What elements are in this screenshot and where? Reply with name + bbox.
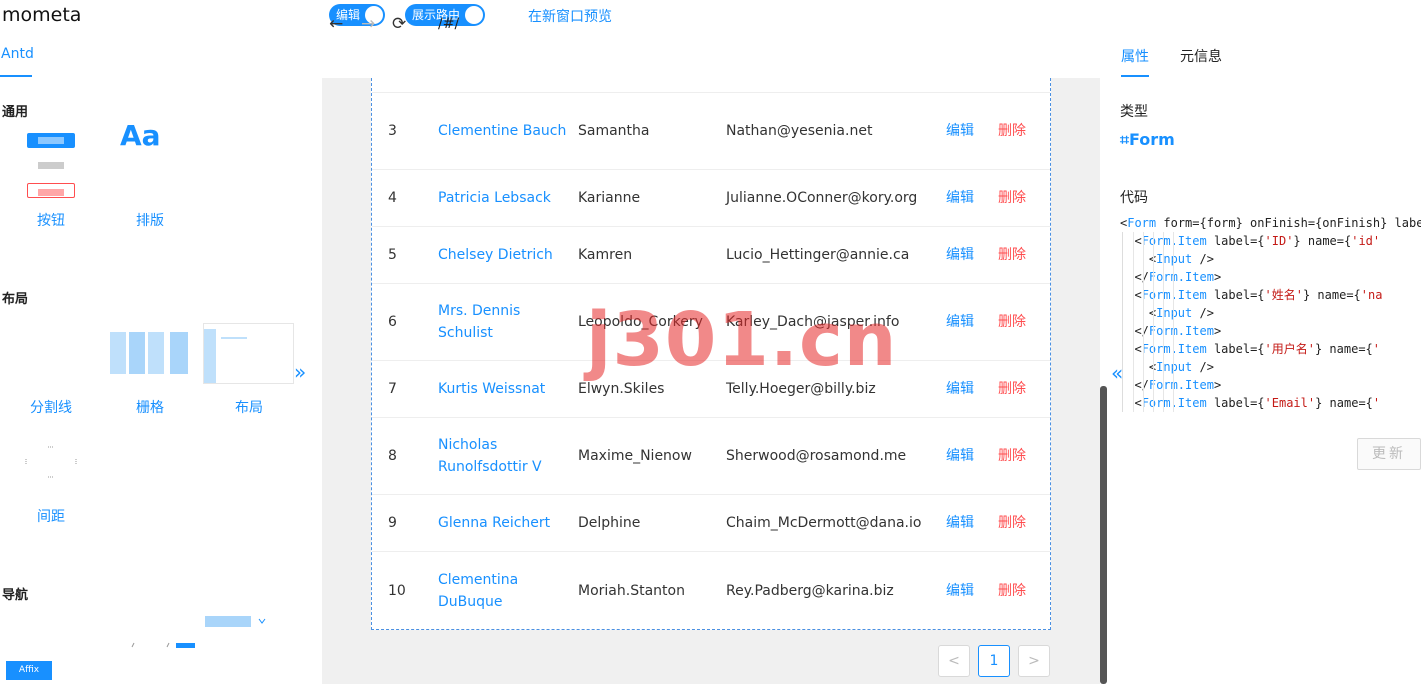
divider-component-label: 分割线 [30,400,72,416]
row-edit-link[interactable]: 编辑 [946,120,974,142]
canvas-scrollbar[interactable] [1100,386,1107,684]
page-1-button[interactable]: 1 [978,645,1010,677]
row-username: Kamren [578,247,633,263]
row-email: Sherwood@rosamond.me [726,448,907,464]
space-component-label: 间距 [37,509,65,525]
row-edit-link[interactable]: 编辑 [946,187,974,209]
expand-right-panel-icon[interactable]: « [1111,361,1123,385]
row-email: Julianne.OConner@kory.org [726,190,918,206]
navigation-thumb [131,616,266,648]
browser-nav-bar [312,30,1102,78]
row-edit-link[interactable]: 编辑 [946,378,974,400]
row-name: Kurtis Weissnat [438,381,546,397]
row-id: 8 [388,448,397,464]
typography-thumb: Aa [120,119,161,152]
row-id: 4 [388,190,397,206]
app-logo: mometa [2,4,82,26]
table-row: 4 Patricia Lebsack Karianne Julianne.OConne… [372,170,1050,227]
toggle-knob [465,6,483,24]
section-general: 通用 [2,105,29,120]
section-navigation: 导航 [2,588,29,603]
expand-left-panel-icon[interactable]: » [294,360,306,384]
layout-thumb [203,323,294,384]
section-layout: 布局 [2,292,29,307]
row-edit-link[interactable]: 编辑 [946,311,974,333]
button-thumb-text [27,158,75,173]
tab-antd[interactable]: Antd [1,46,34,62]
button-thumb-danger [27,183,75,198]
row-name: Clementina DuBuque [438,571,519,610]
affix-thumb[interactable]: Affix [6,661,52,680]
row-username: Moriah.Stanton [578,582,685,599]
component-panel: Antd 通用 按钮 Aa 排版 布局 栅格 布局 分割线 间距 导航 Affi… [0,30,312,684]
row-delete-link[interactable]: 删除 [998,580,1026,602]
row-id: 9 [388,515,397,531]
row-edit-link[interactable]: 编辑 [946,445,974,467]
row-name: Nicholas Runolfsdottir V [438,437,542,475]
grid-thumb [110,332,188,374]
table-row: 10 Clementina DuBuque Moriah.Stanton Rey.Pa… [372,552,1050,629]
row-username: Karianne [578,190,641,206]
table-row: 3 Clementine Bauch Samantha Nathan@yesenia.… [372,93,1050,170]
row-delete-link[interactable]: 删除 [998,120,1026,142]
route-path: /#/ [438,16,460,32]
row-edit-link[interactable]: 编辑 [946,244,974,266]
type-value: ⌗Form [1120,130,1175,149]
row-delete-link[interactable]: 删除 [998,445,1026,467]
tab-indicator [0,75,32,77]
row-email: Lucio_Hettinger@annie.ca [726,247,910,263]
row-delete-link[interactable]: 删除 [998,244,1026,266]
row-name: Glenna Reichert [438,515,551,531]
row-edit-link[interactable]: 编辑 [946,580,974,602]
tab-properties[interactable]: 属性 [1121,46,1149,66]
row-id: 3 [388,123,397,139]
row-delete-link[interactable]: 删除 [998,512,1026,534]
row-email: Rey.Padberg@karina.biz [726,582,894,599]
typography-component-label: 排版 [136,213,164,229]
space-thumb [25,446,77,478]
layout-component-label: 布局 [235,400,263,416]
row-name: Chelsey Dietrich [438,247,553,263]
refresh-icon[interactable]: ⟳ [392,14,406,34]
type-label: 类型 [1120,104,1148,120]
table-row: 9 Glenna Reichert Delphine Chaim_McDermott@… [372,495,1050,552]
update-button[interactable]: 更新 [1357,438,1421,470]
row-delete-link[interactable]: 删除 [998,311,1026,333]
row-id: 7 [388,381,397,397]
watermark: j301.cn [586,297,898,383]
grid-component-label: 栅格 [136,400,164,416]
row-id: 5 [388,247,397,263]
table-row: 5 Chelsey Dietrich Kamren Lucio_Hettinger@a… [372,227,1050,284]
app-root: mometa 编辑 展示路由 在新窗口预览 Antd 通用 按钮 Aa 排版 布… [0,0,1421,684]
row-email: Nathan@yesenia.net [726,123,873,139]
row-id: 10 [388,582,406,599]
back-icon[interactable]: ← [329,14,343,34]
row-delete-link[interactable]: 删除 [998,187,1026,209]
tab-meta[interactable]: 元信息 [1180,46,1222,66]
preview-in-new-window-link[interactable]: 在新窗口预览 [528,6,612,26]
row-username: Samantha [578,123,650,139]
tab-indicator [1121,75,1149,77]
row-edit-link[interactable]: 编辑 [946,512,974,534]
row-username: Maxime_Nienow [578,448,692,464]
next-page-button[interactable]: > [1018,645,1050,677]
table-row [372,78,1050,93]
forward-icon[interactable]: → [361,14,375,34]
row-delete-link[interactable]: 删除 [998,378,1026,400]
code-label: 代码 [1120,190,1148,206]
button-thumb-primary [27,133,75,148]
row-email: Chaim_McDermott@dana.io [726,515,922,531]
row-name: Mrs. Dennis Schulist [438,303,521,341]
table-row: 8 Nicholas Runolfsdottir V Maxime_Nienow Sh… [372,418,1050,495]
row-username: Delphine [578,515,641,531]
indent-guides [1122,232,1174,412]
button-component-label: 按钮 [37,213,65,229]
row-name: Patricia Lebsack [438,190,551,206]
code-line: <Form form={form} onFinish={onFinish} la… [1120,216,1421,230]
row-id: 6 [388,314,397,330]
row-name: Clementine Bauch [438,123,567,139]
prev-page-button[interactable]: < [938,645,970,677]
